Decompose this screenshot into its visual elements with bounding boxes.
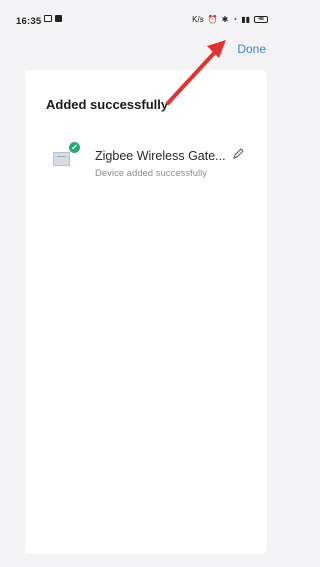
check-icon: ✓: [69, 142, 80, 153]
status-right: K/s ⏰ ✱ ◔ ▮▮ 48: [192, 15, 268, 24]
status-time: 16:35: [16, 16, 42, 27]
mail-icon: [44, 15, 52, 22]
bluetooth-icon: ✱: [221, 15, 229, 24]
done-button[interactable]: Done: [237, 42, 266, 56]
status-left-icons: [44, 15, 62, 22]
app-icon: [55, 15, 62, 22]
signal-icon: ▮▮: [241, 15, 250, 24]
status-bar: 16:35 K/s ⏰ ✱ ◔ ▮▮ 48: [0, 0, 274, 27]
page-title: Added successfully: [46, 97, 169, 112]
gateway-device-icon: [53, 152, 70, 166]
pencil-icon[interactable]: [232, 147, 245, 160]
arrow-icon: [166, 40, 226, 105]
network-speed: K/s: [192, 15, 204, 24]
battery-icon: 48: [254, 16, 268, 23]
device-name: Zigbee Wireless Gate...: [95, 149, 226, 163]
wifi-icon: ◔: [232, 15, 238, 24]
alarm-icon: ⏰: [207, 15, 218, 24]
result-card: Added successfully ✓ Zigbee Wireless Gat…: [25, 70, 267, 554]
device-status: Device added successfully: [95, 168, 207, 179]
